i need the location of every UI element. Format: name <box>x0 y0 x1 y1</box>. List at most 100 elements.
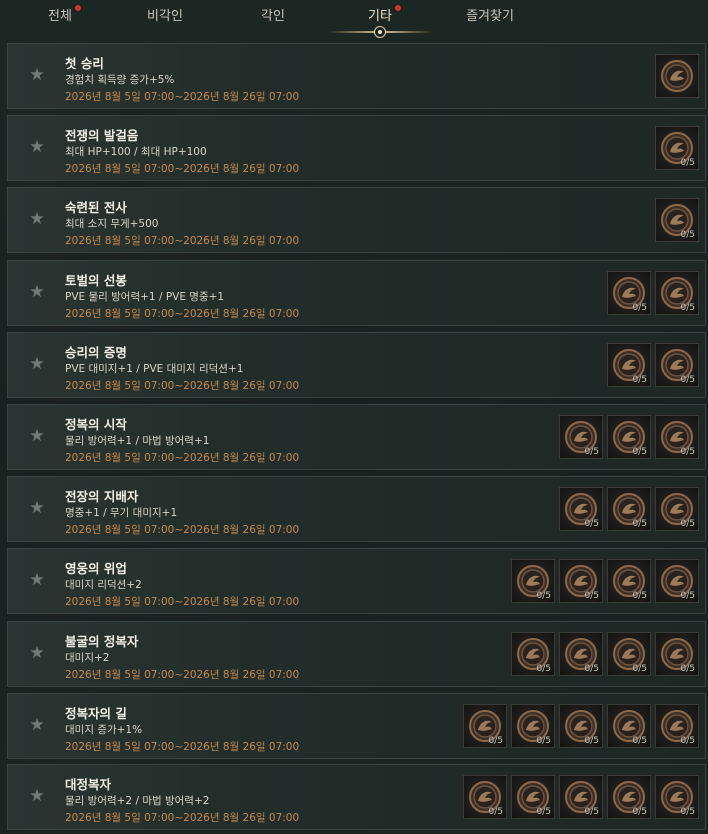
medal-slot[interactable]: 0/5 <box>607 775 651 819</box>
title-row[interactable]: ★ 전쟁의 발걸음 최대 HP+100 / 최대 HP+100 2026년 8월 5일… <box>7 115 706 181</box>
tab-all[interactable]: 전체 <box>30 0 90 36</box>
title-name: 첫 승리 <box>65 56 104 71</box>
medal-slot[interactable]: 0/5 <box>463 704 507 748</box>
title-name: 승리의 증명 <box>65 345 127 360</box>
medal-slot[interactable]: 0/5 <box>655 271 699 315</box>
medal-slot[interactable]: 0/5 <box>607 559 651 603</box>
medal-slot[interactable]: 0/5 <box>559 775 603 819</box>
medal-slot[interactable]: 0/5 <box>607 415 651 459</box>
medal-slot[interactable]: 0/5 <box>511 632 555 676</box>
title-row[interactable]: ★ 전장의 지배자 명중+1 / 무기 대미지+1 2026년 8월 5일 07:00… <box>7 476 706 542</box>
title-period: 2026년 8월 5일 07:00~2026년 8월 26일 07:00 <box>65 163 300 175</box>
medal-slot[interactable]: 0/5 <box>559 415 603 459</box>
favorite-star-icon[interactable]: ★ <box>28 787 46 805</box>
favorite-star-icon[interactable]: ★ <box>28 66 46 84</box>
medal-progress: 0/5 <box>584 664 599 674</box>
title-period: 2026년 8월 5일 07:00~2026년 8월 26일 07:00 <box>65 812 300 824</box>
medal-slot[interactable]: 0/5 <box>655 198 699 242</box>
medal-progress: 0/5 <box>584 447 599 457</box>
title-effect: 명중+1 / 무기 대미지+1 <box>65 507 178 519</box>
active-tab-marker-icon <box>374 26 386 38</box>
medal-progress: 0/5 <box>632 375 647 385</box>
tab-non-engraved[interactable]: 비각인 <box>130 0 200 36</box>
title-name: 토벌의 선봉 <box>65 273 127 288</box>
medal-progress: 0/5 <box>632 591 647 601</box>
title-row[interactable]: ★ 첫 승리경험치 획득량 증가+5% 2026년 8월 5일 07:00~2026… <box>7 43 706 109</box>
medal-slot[interactable]: 0/5 <box>655 704 699 748</box>
title-period: 2026년 8월 5일 07:00~2026년 8월 26일 07:00 <box>65 741 300 753</box>
title-effect: PVE 물리 방어력+1 / PVE 명중+1 <box>65 291 225 303</box>
favorite-star-icon[interactable]: ★ <box>28 283 46 301</box>
medal-slot[interactable]: 0/5 <box>463 775 507 819</box>
medal-slot[interactable]: 0/5 <box>559 704 603 748</box>
tab-engraved[interactable]: 각인 <box>243 0 303 36</box>
title-row[interactable]: ★ 정복자의 길대미지 증가+1% 2026년 8월 5일 07:00~2026년 … <box>7 693 706 759</box>
title-name: 정복의 시작 <box>65 417 127 432</box>
title-row[interactable]: ★ 정복의 시작 물리 방어력+1 / 마법 방어력+1 2026년 8월 5일 07… <box>7 404 706 470</box>
medal-slot[interactable]: 0/5 <box>607 487 651 531</box>
medal-slot[interactable]: 0/5 <box>655 632 699 676</box>
title-effect: 물리 방어력+1 / 마법 방어력+1 <box>65 435 210 447</box>
medal-slot[interactable] <box>655 54 699 98</box>
favorite-star-icon[interactable]: ★ <box>28 499 46 517</box>
medal-progress: 0/5 <box>680 447 695 457</box>
title-period: 2026년 8월 5일 07:00~2026년 8월 26일 07:00 <box>65 91 300 103</box>
medal-slot[interactable]: 0/5 <box>655 487 699 531</box>
favorite-star-icon[interactable]: ★ <box>28 210 46 228</box>
tab-label: 각인 <box>261 9 285 24</box>
medal-slot[interactable]: 0/5 <box>559 559 603 603</box>
favorite-star-icon[interactable]: ★ <box>28 355 46 373</box>
title-row[interactable]: ★ 승리의 증명 PVE 대미지+1 / PVE 대미지 리덕션+1 2026년 8월… <box>7 332 706 398</box>
favorite-star-icon[interactable]: ★ <box>28 571 46 589</box>
title-effect: 대미지+2 <box>65 652 110 664</box>
title-effect: 경험치 획득량 증가+5% <box>65 74 175 86</box>
medal-slot[interactable]: 0/5 <box>655 343 699 387</box>
medal-slot[interactable]: 0/5 <box>607 271 651 315</box>
medal-slot[interactable]: 0/5 <box>511 559 555 603</box>
medal-progress: 0/5 <box>584 591 599 601</box>
title-row[interactable]: ★ 숙련된 전사 최대 소지 무게+500 2026년 8월 5일 07:00~202… <box>7 187 706 253</box>
medal-slot[interactable]: 0/5 <box>511 775 555 819</box>
medal-progress: 0/5 <box>536 664 551 674</box>
title-period: 2026년 8월 5일 07:00~2026년 8월 26일 07:00 <box>65 669 300 681</box>
title-name: 전쟁의 발걸음 <box>65 128 139 143</box>
title-row[interactable]: ★ 영웅의 위업 대미지 리덕션+2 2026년 8월 5일 07:00~2026년 … <box>7 548 706 614</box>
medal-slot[interactable]: 0/5 <box>655 126 699 170</box>
favorite-star-icon[interactable]: ★ <box>28 138 46 156</box>
medal-slot[interactable]: 0/5 <box>655 775 699 819</box>
medal-progress: 0/5 <box>632 664 647 674</box>
title-effect: 대미지 증가+1% <box>65 724 143 736</box>
favorite-star-icon[interactable]: ★ <box>28 427 46 445</box>
medal-slot[interactable]: 0/5 <box>607 704 651 748</box>
title-period: 2026년 8월 5일 07:00~2026년 8월 26일 07:00 <box>65 235 300 247</box>
tab-label: 기타 <box>368 9 392 24</box>
medal-progress: 0/5 <box>632 303 647 313</box>
medal-progress: 0/5 <box>488 736 503 746</box>
title-name: 대정복자 <box>65 777 112 792</box>
medal-progress: 0/5 <box>680 375 695 385</box>
title-name: 정복자의 길 <box>65 706 127 721</box>
title-row[interactable]: ★ 토벌의 선봉 PVE 물리 방어력+1 / PVE 명중+1 2026년 8월 5… <box>7 260 706 326</box>
title-row[interactable]: ★ 불굴의 정복자 대미지+2 2026년 8월 5일 07:00~2026년 8월 … <box>7 621 706 687</box>
medal-slot[interactable]: 0/5 <box>511 704 555 748</box>
category-tabs: 전체 비각인 각인 기타 즐겨찾기 <box>0 0 708 38</box>
favorite-star-icon[interactable]: ★ <box>28 716 46 734</box>
title-row[interactable]: ★ 대정복자물리 방어력+2 / 마법 방어력+2 2026년 8월 5일 07:0… <box>7 764 706 830</box>
medal-slot[interactable]: 0/5 <box>607 343 651 387</box>
medal-slot[interactable]: 0/5 <box>559 632 603 676</box>
tab-label: 전체 <box>48 9 72 24</box>
title-name: 숙련된 전사 <box>65 200 127 215</box>
favorite-star-icon[interactable]: ★ <box>28 644 46 662</box>
medal-slot[interactable]: 0/5 <box>655 559 699 603</box>
medal-slot[interactable]: 0/5 <box>655 415 699 459</box>
title-name: 영웅의 위업 <box>65 561 127 576</box>
medal-progress: 0/5 <box>680 807 695 817</box>
title-name: 전장의 지배자 <box>65 489 139 504</box>
medal-progress: 0/5 <box>680 664 695 674</box>
title-effect: 물리 방어력+2 / 마법 방어력+2 <box>65 795 210 807</box>
medal-slot[interactable]: 0/5 <box>559 487 603 531</box>
title-period: 2026년 8월 5일 07:00~2026년 8월 26일 07:00 <box>65 380 300 392</box>
tab-favorites[interactable]: 즐겨찾기 <box>450 0 530 36</box>
medal-progress: 0/5 <box>680 591 695 601</box>
medal-slot[interactable]: 0/5 <box>607 632 651 676</box>
